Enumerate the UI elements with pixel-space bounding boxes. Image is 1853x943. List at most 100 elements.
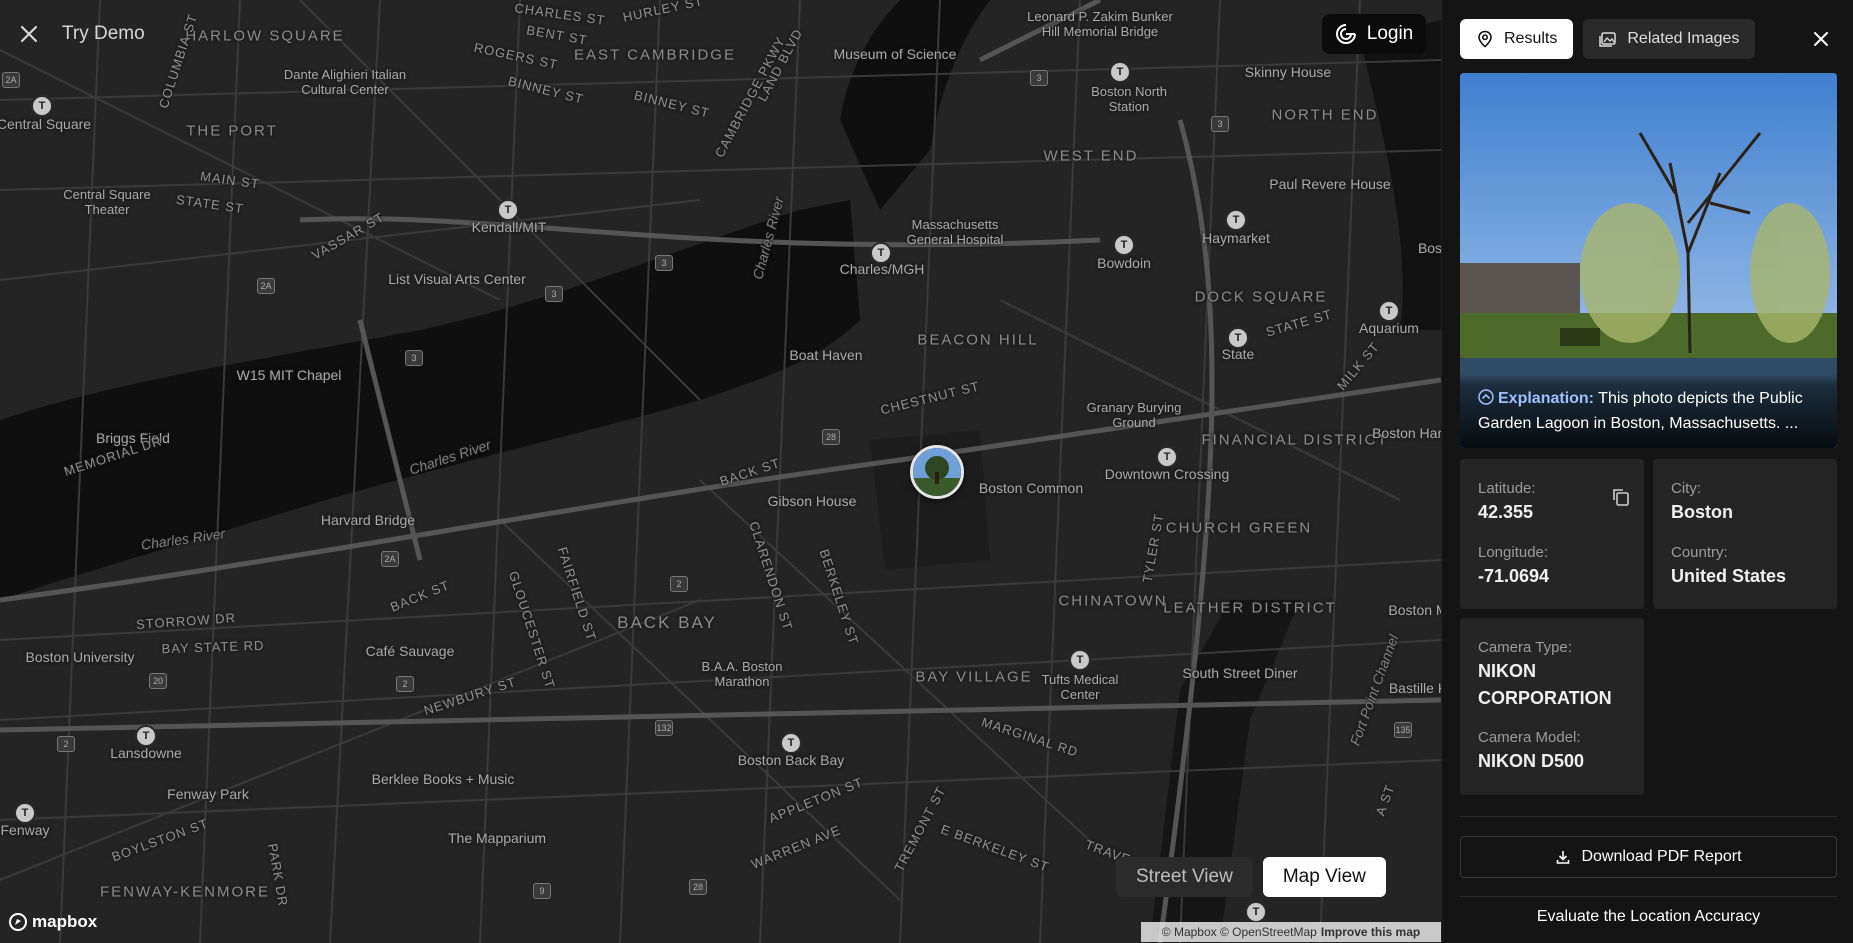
map-label: LEATHER DISTRICT bbox=[1163, 599, 1337, 617]
map-label: Bowdoin bbox=[1097, 255, 1151, 271]
longitude-label: Longitude: bbox=[1478, 544, 1549, 561]
mapbox-label: mapbox bbox=[32, 912, 98, 931]
map-label: WEST END bbox=[1043, 147, 1139, 165]
map-label: Skinny House bbox=[1244, 64, 1332, 80]
map-label: BACK BAY bbox=[617, 613, 717, 632]
map-label: Lansdowne bbox=[110, 745, 182, 761]
photo-explanation[interactable]: Explanation: This photo depicts the Publ… bbox=[1460, 374, 1837, 448]
divider bbox=[1460, 896, 1837, 897]
map-label: DOCK SQUARE bbox=[1194, 288, 1328, 306]
tab-related-images[interactable]: Related Images bbox=[1583, 19, 1756, 59]
route-shield-icon: 20 bbox=[149, 673, 167, 689]
place-card: City: Boston Country: United States bbox=[1653, 459, 1837, 609]
map-label: The Mapparium bbox=[447, 830, 547, 846]
map-label: Boston Common bbox=[978, 480, 1084, 496]
transit-icon: T bbox=[14, 802, 36, 824]
map-label: W15 MIT Chapel bbox=[236, 367, 342, 383]
map-label: Bos bbox=[1417, 240, 1441, 256]
map-label: HARLOW SQUARE bbox=[185, 27, 345, 45]
map-label: Downtown Crossing bbox=[1104, 466, 1230, 482]
logo-icon bbox=[1335, 24, 1356, 44]
close-icon bbox=[20, 25, 38, 43]
latitude-value: 42.355 bbox=[1478, 502, 1534, 522]
longitude-value: -71.0694 bbox=[1478, 566, 1550, 586]
street-view-button[interactable]: Street View bbox=[1116, 857, 1253, 897]
map-label: Berklee Books + Music bbox=[371, 771, 515, 787]
mapbox-logo[interactable]: mapbox bbox=[8, 912, 97, 932]
map-label: CHINATOWN bbox=[1058, 592, 1168, 610]
transit-icon: T bbox=[1378, 300, 1400, 322]
route-shield-icon: 3 bbox=[545, 286, 563, 302]
tab-results[interactable]: Results bbox=[1460, 19, 1574, 59]
map-label: Museum of Science bbox=[833, 46, 957, 62]
camera-model-label: Camera Model: bbox=[1478, 729, 1581, 746]
transit-icon: T bbox=[1156, 446, 1178, 468]
route-shield-icon: 132 bbox=[655, 720, 673, 736]
map-label: Boston University bbox=[25, 649, 135, 665]
chevron-up-icon bbox=[1478, 389, 1494, 405]
route-shield-icon: 2 bbox=[57, 736, 75, 752]
route-shield-icon: 3 bbox=[405, 350, 423, 366]
map-label: Boston North Station bbox=[1091, 84, 1167, 114]
route-shield-icon: 3 bbox=[655, 255, 673, 271]
divider bbox=[1460, 816, 1837, 817]
login-button[interactable]: Login bbox=[1322, 14, 1426, 54]
close-demo-button[interactable] bbox=[12, 17, 46, 51]
map-label: List Visual Arts Center bbox=[388, 271, 526, 287]
login-label: Login bbox=[1366, 23, 1414, 44]
map-label: BEACON HILL bbox=[917, 331, 1039, 349]
route-shield-icon: 2A bbox=[257, 278, 275, 294]
route-shield-icon: 9 bbox=[533, 883, 551, 899]
copy-icon bbox=[1613, 489, 1629, 506]
tree-thumbnail-icon bbox=[913, 448, 961, 496]
try-demo-label: Try Demo bbox=[62, 23, 145, 44]
map-canvas[interactable]: HARLOW SQUARE EAST CAMBRIDGE THE PORT WE… bbox=[0, 0, 1441, 943]
camera-type-value: NIKON CORPORATION bbox=[1478, 661, 1612, 708]
route-shield-icon: 3 bbox=[1030, 70, 1048, 86]
copy-coordinates-button[interactable] bbox=[1610, 486, 1634, 510]
map-label: Harvard Bridge bbox=[320, 512, 416, 528]
map-label: BAY VILLAGE bbox=[915, 668, 1033, 686]
transit-icon: T bbox=[870, 242, 892, 264]
images-icon bbox=[1599, 32, 1617, 47]
view-toggle: Street View Map View bbox=[1116, 857, 1386, 899]
photo-location-marker[interactable] bbox=[910, 445, 964, 499]
map-label: THE PORT bbox=[186, 122, 278, 140]
route-shield-icon: 135 bbox=[1394, 722, 1412, 738]
map-label: Massachusetts General Hospital bbox=[906, 217, 1004, 247]
result-photo[interactable]: Explanation: This photo depicts the Publ… bbox=[1460, 73, 1837, 448]
map-label: Aquarium bbox=[1359, 320, 1419, 336]
route-shield-icon: 3 bbox=[1211, 116, 1229, 132]
demo-bar: Try Demo bbox=[12, 12, 145, 56]
map-label: Fenway bbox=[0, 822, 50, 838]
transit-icon: T bbox=[1245, 901, 1267, 923]
camera-model-value: NIKON D500 bbox=[1478, 751, 1585, 771]
map-label: CHURCH GREEN bbox=[1165, 519, 1313, 537]
close-panel-button[interactable] bbox=[1806, 24, 1836, 54]
map-label: Fenway Park bbox=[167, 786, 249, 802]
download-icon bbox=[1557, 851, 1570, 864]
map-label: NORTH END bbox=[1271, 106, 1379, 124]
map-label: Granary Burying Ground bbox=[1086, 400, 1182, 430]
map-label: Gibson House bbox=[767, 493, 857, 509]
map-label: B.A.A. Boston Marathon bbox=[701, 659, 783, 689]
download-pdf-button[interactable]: Download PDF Report bbox=[1460, 836, 1837, 878]
route-shield-icon: 2 bbox=[396, 676, 414, 692]
transit-icon: T bbox=[1227, 327, 1249, 349]
map-label: Central Square Theater bbox=[63, 187, 151, 217]
map-label: EAST CAMBRIDGE bbox=[574, 46, 736, 64]
city-label: City: bbox=[1671, 480, 1701, 497]
close-icon bbox=[1814, 32, 1828, 46]
evaluate-accuracy-link[interactable]: Evaluate the Location Accuracy bbox=[1460, 908, 1837, 926]
map-label: Boat Haven bbox=[789, 347, 863, 363]
improve-map-link[interactable]: Improve this map bbox=[1321, 925, 1420, 939]
map-label: South Street Diner bbox=[1182, 665, 1298, 681]
transit-icon: T bbox=[1069, 649, 1091, 671]
transit-icon: T bbox=[1225, 209, 1247, 231]
camera-card: Camera Type: NIKON CORPORATION Camera Mo… bbox=[1460, 618, 1644, 795]
transit-icon: T bbox=[780, 732, 802, 754]
map-view-button[interactable]: Map View bbox=[1262, 857, 1386, 897]
tab-related-label: Related Images bbox=[1627, 30, 1740, 47]
map-label: FENWAY-KENMORE bbox=[100, 883, 270, 901]
transit-icon: T bbox=[497, 199, 519, 221]
